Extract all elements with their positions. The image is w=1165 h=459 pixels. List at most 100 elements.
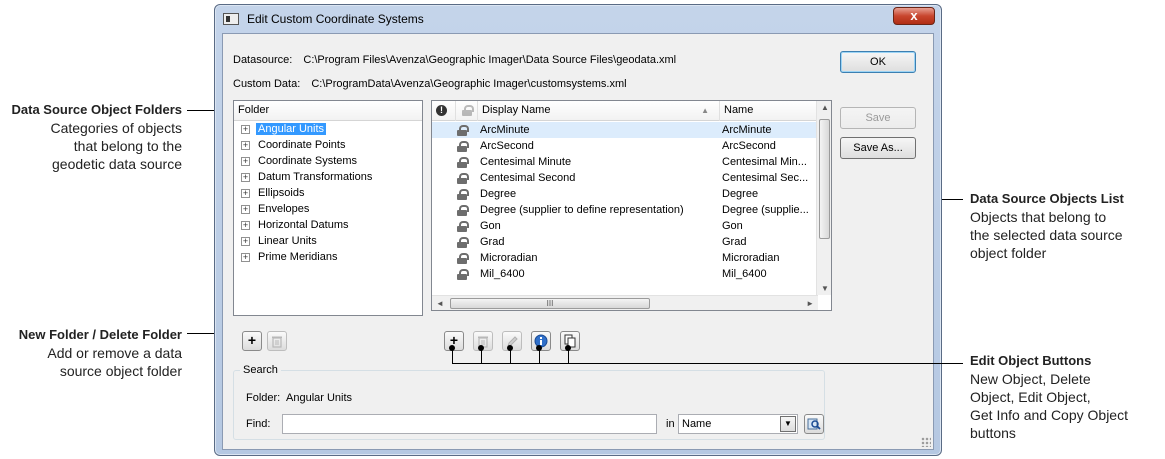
tree-item-label: Coordinate Points (258, 139, 346, 151)
tree-item-ellipsoids[interactable]: + Ellipsoids (234, 185, 422, 201)
in-label: in (666, 418, 675, 430)
scroll-right-icon[interactable]: ► (806, 299, 814, 308)
tree-item-linear-units[interactable]: + Linear Units (234, 233, 422, 249)
search-folder-label: Folder: (246, 392, 281, 404)
expand-icon[interactable]: + (241, 237, 250, 246)
custom-data-label: Custom Data: (233, 78, 301, 90)
ok-button[interactable]: OK (840, 51, 916, 73)
find-input[interactable] (282, 414, 657, 434)
list-item[interactable]: ArcMinute ArcMinute (432, 122, 818, 138)
search-field-select[interactable]: Name ▼ (678, 414, 798, 434)
tree-item-label: Coordinate Systems (258, 155, 358, 167)
list-item[interactable]: ArcSecond ArcSecond (432, 138, 818, 154)
column-lock[interactable] (456, 101, 478, 121)
custom-data-row: Custom Data: C:\ProgramData\Avenza\Geogr… (233, 78, 627, 90)
tree-item-label: Envelopes (258, 203, 310, 215)
row-display-name: ArcMinute (480, 124, 530, 136)
warning-icon: ! (436, 105, 447, 116)
column-name-label: Name (724, 104, 754, 116)
tree-item-coordinate-points[interactable]: + Coordinate Points (234, 137, 422, 153)
row-name: Gon (722, 220, 743, 232)
scroll-down-icon[interactable]: ▼ (821, 284, 829, 293)
search-legend: Search (240, 364, 281, 376)
annotation-edit-buttons-line: buttons (970, 425, 1016, 441)
column-name[interactable]: Name (720, 101, 818, 121)
tree-item-label: Angular Units (256, 123, 327, 135)
annotation-edit-buttons-title: Edit Object Buttons (970, 353, 1092, 368)
column-display-name-label: Display Name (482, 104, 551, 116)
resize-grip[interactable] (921, 437, 931, 447)
tree-item-datum-transformations[interactable]: + Datum Transformations (234, 169, 422, 185)
horizontal-scrollbar[interactable]: ◄ III ► (432, 295, 818, 310)
annotation-new-folder-line: Add or remove a data (47, 345, 182, 361)
list-item[interactable]: Microradian Microradian (432, 250, 818, 266)
expand-icon[interactable]: + (241, 125, 250, 134)
list-item[interactable]: Centesimal Minute Centesimal Min... (432, 154, 818, 170)
title-bar[interactable]: Edit Custom Coordinate Systems x (215, 5, 941, 31)
tree-item-horizontal-datums[interactable]: + Horizontal Datums (234, 217, 422, 233)
tree-item-angular-units[interactable]: + Angular Units (234, 121, 422, 137)
lock-icon (457, 205, 469, 216)
tree-item-coordinate-systems[interactable]: + Coordinate Systems (234, 153, 422, 169)
vertical-scroll-thumb[interactable] (819, 119, 830, 239)
tree-item-label: Ellipsoids (258, 187, 305, 199)
bracket-line-horizontal (452, 363, 963, 364)
delete-folder-button[interactable] (267, 331, 287, 351)
expand-icon[interactable]: + (241, 157, 250, 166)
list-item[interactable]: Degree (supplier to define representatio… (432, 202, 818, 218)
scroll-left-icon[interactable]: ◄ (436, 299, 444, 308)
list-item[interactable]: Centesimal Second Centesimal Sec... (432, 170, 818, 186)
bracket-dot (449, 345, 455, 351)
annotation-objects-list-line: the selected data source (970, 227, 1123, 243)
expand-icon[interactable]: + (241, 221, 250, 230)
annotation-edit-buttons-line: New Object, Delete (970, 371, 1091, 387)
tree-item-prime-meridians[interactable]: + Prime Meridians (234, 249, 422, 265)
lock-icon (457, 221, 469, 232)
save-as-button[interactable]: Save As... (840, 137, 916, 159)
bracket-dot (507, 345, 513, 351)
expand-icon[interactable]: + (241, 173, 250, 182)
expand-icon[interactable]: + (241, 205, 250, 214)
tree-item-label: Datum Transformations (258, 171, 373, 183)
find-label: Find: (246, 418, 271, 430)
save-button[interactable]: Save (840, 107, 916, 129)
chevron-down-icon[interactable]: ▼ (780, 416, 796, 432)
plus-icon: + (247, 332, 257, 348)
column-warning[interactable]: ! (432, 101, 456, 121)
list-item[interactable]: Gon Gon (432, 218, 818, 234)
objects-list[interactable]: ! Display Name ▲ Name ArcMinute ArcMinute… (431, 100, 832, 311)
annotation-objects-list: Data Source Objects List Objects that be… (970, 190, 1160, 262)
annotation-folders-line: that belong to the (73, 138, 182, 154)
annotation-folders: Data Source Object Folders Categories of… (0, 101, 183, 173)
lock-icon (457, 189, 469, 200)
row-name: Microradian (722, 252, 780, 264)
objects-list-header: ! Display Name ▲ Name (432, 101, 818, 121)
list-item[interactable]: Mil_6400 Mil_6400 (432, 266, 818, 282)
tree-item-label: Prime Meridians (258, 251, 338, 263)
expand-icon[interactable]: + (241, 141, 250, 150)
list-item[interactable]: Degree Degree (432, 186, 818, 202)
new-folder-button[interactable]: + (242, 331, 262, 351)
datasource-path: C:\Program Files\Avenza\Geographic Image… (303, 54, 677, 66)
scroll-up-icon[interactable]: ▲ (821, 103, 829, 112)
close-button[interactable]: x (893, 7, 935, 25)
search-button[interactable] (804, 414, 824, 434)
lock-icon (457, 253, 469, 264)
annotation-folders-title: Data Source Object Folders (11, 102, 183, 117)
search-field-value: Name (682, 418, 712, 430)
list-item[interactable]: Grad Grad (432, 234, 818, 250)
expand-icon[interactable]: + (241, 253, 250, 262)
row-name: Grad (722, 236, 747, 248)
column-display-name[interactable]: Display Name ▲ (478, 101, 720, 121)
horizontal-scroll-thumb[interactable]: III (450, 298, 650, 309)
tree-item-envelopes[interactable]: + Envelopes (234, 201, 422, 217)
annotation-new-folder-line: source object folder (59, 363, 182, 379)
lock-icon (457, 269, 469, 280)
lock-icon (457, 125, 469, 136)
annotation-folders-line: Categories of objects (50, 120, 182, 136)
vertical-scrollbar[interactable]: ▲ ▼ (816, 101, 831, 295)
tree-item-label: Horizontal Datums (258, 219, 349, 231)
folder-tree-header[interactable]: Folder (234, 101, 422, 121)
expand-icon[interactable]: + (241, 189, 250, 198)
folder-tree[interactable]: Folder + Angular Units + Coordinate Points… (233, 100, 423, 316)
